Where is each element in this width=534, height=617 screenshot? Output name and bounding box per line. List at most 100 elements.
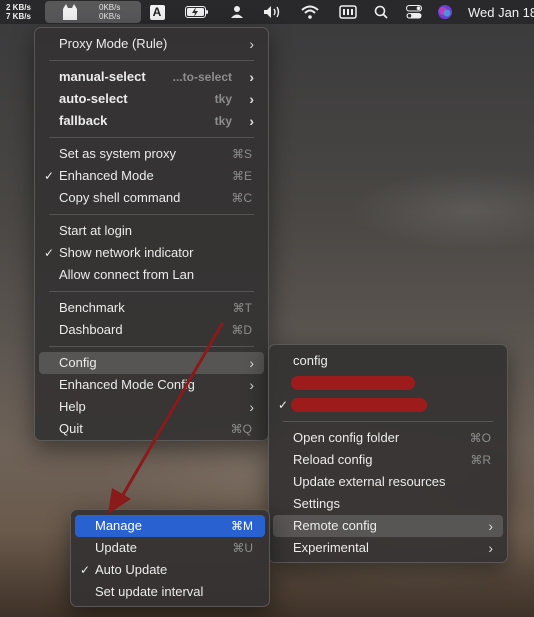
spotlight-item[interactable] [372, 0, 390, 24]
allow-lan-label: Allow connect from Lan [59, 267, 195, 282]
shortcut-label: ⌘E [231, 169, 252, 183]
remote-config-submenu: Manage ⌘M Update ⌘U ✓ Auto Update Set up… [70, 509, 270, 607]
separator [49, 60, 254, 61]
fallback-value: tky [214, 114, 232, 128]
menu-item-dashboard[interactable]: Dashboard ⌘D [39, 319, 264, 341]
menu-item-manual-select[interactable]: manual-select ...to-select › [39, 66, 264, 88]
siri-icon [438, 5, 452, 19]
siri-item[interactable] [436, 0, 454, 24]
menu-item-experimental[interactable]: Experimental › [273, 537, 503, 559]
battery-charging-icon [185, 6, 208, 18]
menu-item-config[interactable]: Config › [39, 352, 264, 374]
control-center-item[interactable] [405, 0, 423, 24]
control-center-icon [406, 5, 422, 19]
chevron-right-icon: › [249, 377, 254, 393]
experimental-label: Experimental [293, 540, 369, 555]
shortcut-label: ⌘D [231, 323, 252, 337]
input-source-item[interactable]: A [148, 0, 166, 24]
clashx-status-item[interactable]: 0KB/s 0KB/s [45, 1, 141, 23]
menu-item-config-profile[interactable]: config [273, 350, 503, 372]
shortcut-label: ⌘M [231, 519, 253, 533]
menu-item-manage[interactable]: Manage ⌘M [75, 515, 265, 537]
user-icon [231, 6, 243, 18]
wifi-icon [301, 5, 319, 19]
battery-item[interactable] [184, 0, 210, 24]
shortcut-label: ⌘S [231, 147, 252, 161]
menu-item-benchmark[interactable]: Benchmark ⌘T [39, 297, 264, 319]
menu-item-update-external-resources[interactable]: Update external resources [273, 471, 503, 493]
user-item[interactable] [228, 0, 246, 24]
menu-item-auto-update[interactable]: ✓ Auto Update [75, 559, 265, 581]
clock[interactable]: Wed Jan 18 [468, 0, 534, 24]
enhanced-config-label: Enhanced Mode Config [59, 377, 195, 392]
memory-chip-icon [339, 5, 357, 19]
separator [49, 291, 254, 292]
menu-item-update[interactable]: Update ⌘U [75, 537, 265, 559]
menu-item-start-at-login[interactable]: Start at login [39, 220, 264, 242]
menu-item-set-update-interval[interactable]: Set update interval [75, 581, 265, 603]
menu-item-enhanced-mode[interactable]: ✓ Enhanced Mode ⌘E [39, 165, 264, 187]
menu-item-allow-lan[interactable]: Allow connect from Lan [39, 264, 264, 286]
menu-item-proxy-mode[interactable]: Proxy Mode (Rule) › [39, 33, 264, 55]
menu-item-fallback[interactable]: fallback tky › [39, 110, 264, 132]
manual-select-label: manual-select [59, 69, 146, 84]
menu-item-enhanced-mode-config[interactable]: Enhanced Mode Config › [39, 374, 264, 396]
config-profile-label: config [293, 353, 328, 368]
separator [49, 214, 254, 215]
manage-label: Manage [95, 518, 142, 533]
menu-item-auto-select[interactable]: auto-select tky › [39, 88, 264, 110]
update-label: Update [95, 540, 137, 555]
menu-bar: 2 KB/s 7 KB/s 0KB/s 0KB/s A Wed Jan 18 [0, 0, 534, 24]
speaker-icon [264, 6, 280, 18]
set-interval-label: Set update interval [95, 584, 204, 599]
menu-item-redacted-profile[interactable] [273, 372, 503, 394]
chevron-right-icon: › [249, 355, 254, 371]
chevron-right-icon: › [488, 518, 493, 534]
net-download-text: 7 KB/s [6, 12, 31, 21]
menu-item-reload-config[interactable]: Reload config ⌘R [273, 449, 503, 471]
chevron-right-icon: › [249, 399, 254, 415]
input-source-icon: A [149, 4, 165, 20]
memory-item[interactable] [337, 0, 359, 24]
reload-label: Reload config [293, 452, 373, 467]
start-login-label: Start at login [59, 223, 132, 238]
clashx-main-menu: Proxy Mode (Rule) › manual-select ...to-… [34, 27, 269, 441]
checkmark-icon: ✓ [278, 398, 289, 412]
auto-update-label: Auto Update [95, 562, 168, 577]
search-icon [374, 5, 388, 19]
chevron-right-icon: › [249, 113, 254, 129]
volume-item[interactable] [262, 0, 284, 24]
remote-config-label: Remote config [293, 518, 377, 533]
checkmark-icon: ✓ [80, 563, 91, 577]
shortcut-label: ⌘T [232, 301, 252, 315]
fallback-label: fallback [59, 113, 108, 128]
menu-item-settings[interactable]: Settings [273, 493, 503, 515]
menu-item-open-config-folder[interactable]: Open config folder ⌘O [273, 427, 503, 449]
dashboard-label: Dashboard [59, 322, 123, 337]
cat-icon [63, 4, 77, 20]
shortcut-label: ⌘U [232, 541, 253, 555]
config-submenu: config ✓ Open config folder ⌘O Reload co… [268, 344, 508, 563]
net-upload-text: 2 KB/s [6, 3, 31, 12]
shortcut-label: ⌘R [470, 453, 491, 467]
menu-item-quit[interactable]: Quit ⌘Q [39, 418, 264, 440]
redaction-mark [291, 398, 427, 412]
quit-label: Quit [59, 421, 83, 436]
proxy-mode-label: Proxy Mode (Rule) [59, 36, 168, 51]
menu-item-set-system-proxy[interactable]: Set as system proxy ⌘S [39, 143, 264, 165]
redaction-mark [291, 376, 415, 390]
menu-item-remote-config[interactable]: Remote config › [273, 515, 503, 537]
show-network-label: Show network indicator [59, 245, 194, 260]
menu-item-copy-shell-command[interactable]: Copy shell command ⌘C [39, 187, 264, 209]
menu-item-redacted-profile-selected[interactable]: ✓ [273, 394, 503, 416]
shortcut-label: ⌘C [231, 191, 252, 205]
separator [49, 346, 254, 347]
checkmark-icon: ✓ [44, 169, 55, 183]
copy-shell-label: Copy shell command [59, 190, 181, 205]
wifi-item[interactable] [300, 0, 320, 24]
menu-item-show-network-indicator[interactable]: ✓ Show network indicator [39, 242, 264, 264]
menu-item-help[interactable]: Help › [39, 396, 264, 418]
auto-select-value: tky [214, 92, 232, 106]
network-speed-indicator[interactable]: 2 KB/s 7 KB/s [6, 0, 40, 24]
help-label: Help [59, 399, 86, 414]
